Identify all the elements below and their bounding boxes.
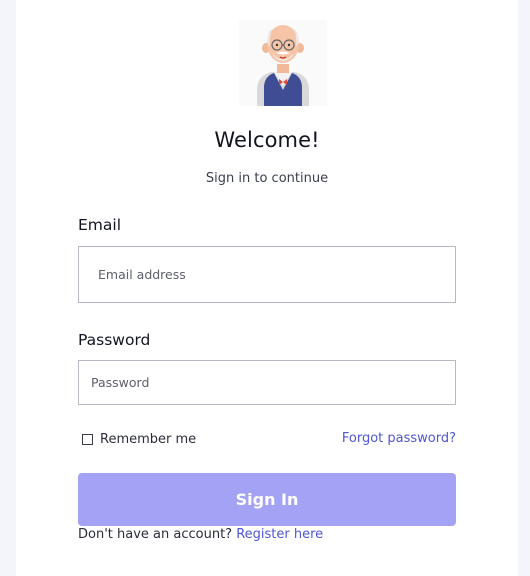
sign-in-button[interactable]: Sign In (78, 473, 456, 526)
checkbox-icon[interactable] (82, 433, 93, 445)
register-prompt-text: Don't have an account? (78, 527, 237, 542)
page-title: Welcome! (214, 128, 320, 152)
password-label: Password (78, 331, 151, 349)
password-field[interactable] (78, 360, 456, 405)
email-label: Email (78, 216, 122, 234)
email-field[interactable] (78, 246, 456, 303)
remember-me-checkbox[interactable]: Remember me (82, 431, 196, 447)
old-man-avatar-icon (239, 20, 327, 106)
page-subtitle: Sign in to continue (205, 171, 329, 186)
login-card: Welcome! Sign in to continue Email Passw… (16, 0, 518, 576)
register-link[interactable]: Register here (236, 527, 323, 542)
forgot-password-link[interactable]: Forgot password? (342, 431, 456, 446)
register-prompt: Don't have an account? Register here (78, 527, 323, 542)
remember-me-label: Remember me (100, 431, 197, 447)
